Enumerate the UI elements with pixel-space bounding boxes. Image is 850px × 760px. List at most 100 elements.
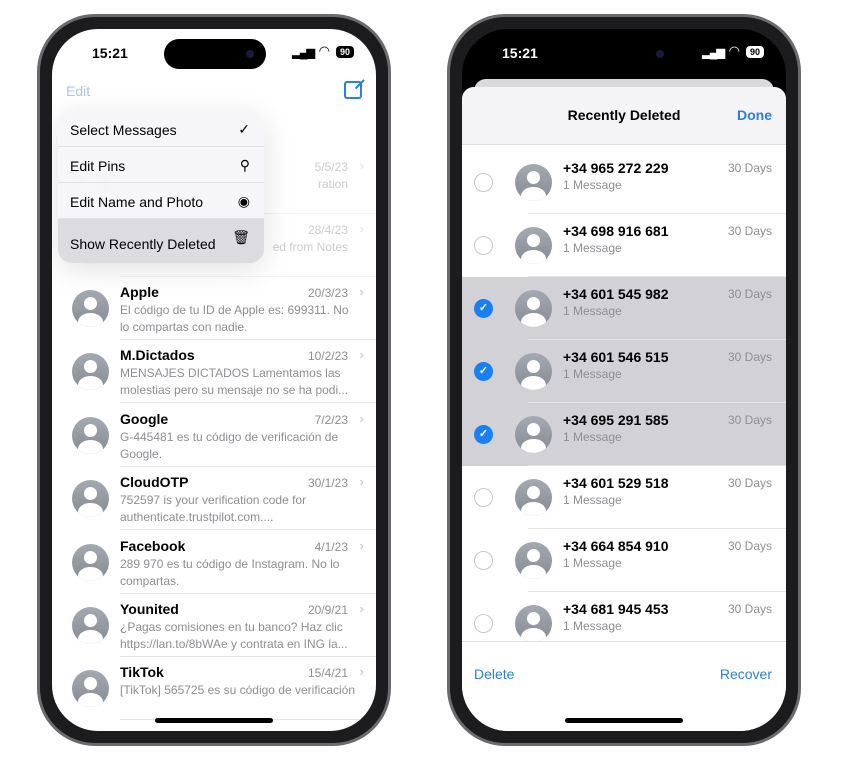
conversation-preview: 752597 is your verification code for aut… — [120, 493, 307, 524]
menu-item[interactable]: Edit Name and Photo ◉ — [58, 183, 264, 219]
menu-item[interactable]: Edit Pins ⚲ — [58, 147, 264, 183]
wifi-icon: ◠ — [728, 43, 740, 58]
status-time: 15:21 — [92, 45, 128, 61]
days-remaining: 30 Days — [727, 602, 772, 616]
checkbox[interactable] — [474, 173, 493, 192]
conversation-preview: ¿Pagas comisiones en tu banco? Haz clic … — [120, 620, 348, 651]
chevron-right-icon: › — [359, 601, 364, 616]
avatar — [515, 542, 552, 579]
conversation-date: 10/2/23 — [307, 349, 348, 363]
avatar — [72, 670, 109, 707]
chevron-right-icon: › — [359, 474, 364, 489]
conversation-name: Google — [120, 411, 169, 427]
conversation-row[interactable]: Google 7/2/23 › G-445481 es tu código de ve… — [52, 404, 376, 467]
home-indicator — [155, 718, 273, 723]
deleted-row[interactable]: +34 664 854 910 1 Message 30 Days — [462, 529, 786, 592]
conversation-row[interactable]: M.Dictados 10/2/23 › MENSAJES DICTADOS Lame… — [52, 340, 376, 403]
conversation-name: TikTok — [120, 664, 164, 680]
avatar — [72, 353, 109, 390]
avatar — [515, 353, 552, 390]
conversation-preview: [TikTok] 565725 es su código de verifica… — [120, 683, 356, 697]
status-time: 15:21 — [502, 45, 538, 61]
avatar — [515, 290, 552, 327]
edit-menu: Select Messages ✓ Edit Pins ⚲ Edit Name and … — [58, 111, 264, 263]
phone-number: +34 695 291 585 — [563, 412, 669, 428]
avatar — [515, 227, 552, 264]
avatar — [72, 480, 109, 517]
screen: 15:21 ▂▄▆ ◠ 90 +34 965 272 229 1 Message 3… — [462, 29, 786, 731]
conversation-preview: El código de tu ID de Apple es: 699311. … — [120, 303, 349, 334]
deleted-row[interactable]: ✓ +34 601 545 982 1 Message 30 Days — [462, 277, 786, 340]
dynamic-island — [574, 39, 676, 69]
checkbox-checked[interactable]: ✓ — [474, 425, 493, 444]
conversation-row[interactable]: CloudOTP 30/1/23 › 752597 is your verificat… — [52, 467, 376, 530]
delete-button[interactable]: Delete — [474, 666, 514, 682]
avatar — [515, 479, 552, 516]
days-remaining: 30 Days — [727, 224, 772, 238]
days-remaining: 30 Days — [727, 287, 772, 301]
checkbox[interactable] — [474, 551, 493, 570]
conversation-row[interactable]: Facebook 4/1/23 › 289 970 es tu código de I… — [52, 531, 376, 594]
checkbox[interactable] — [474, 614, 493, 633]
menu-item-label: Show Recently Deleted — [70, 236, 216, 252]
conversation-name: Facebook — [120, 538, 186, 554]
message-count: 1 Message — [563, 241, 622, 255]
edit-button[interactable]: Edit — [66, 83, 90, 99]
deleted-row[interactable]: ✓ +34 601 546 515 1 Message 30 Days — [462, 340, 786, 403]
message-count: 1 Message — [563, 493, 622, 507]
conversation-row[interactable]: TikTok 15/4/21 › [TikTok] 565725 es su códi… — [52, 657, 376, 720]
deleted-row[interactable]: +34 965 272 229 1 Message 30 Days — [462, 151, 786, 214]
avatar — [72, 544, 109, 581]
conversation-date: 4/1/23 — [314, 540, 348, 554]
battery-icon: 90 — [745, 46, 764, 58]
avatar — [515, 605, 552, 642]
menu-item-label: Select Messages — [70, 122, 177, 138]
deleted-row[interactable]: +34 601 529 518 1 Message 30 Days — [462, 466, 786, 529]
conversation-name: Younited — [120, 601, 179, 617]
conversation-date: 30/1/23 — [307, 476, 348, 490]
pin-icon: ⚲ — [239, 157, 250, 173]
conversation-date: 20/3/23 — [307, 286, 348, 300]
deleted-row[interactable]: +34 698 916 681 1 Message 30 Days — [462, 214, 786, 277]
checkbox[interactable] — [474, 488, 493, 507]
conversation-row[interactable]: Apple 20/3/23 › El código de tu ID de Apple… — [52, 277, 376, 340]
days-remaining: 30 Days — [727, 161, 772, 175]
phone-number: +34 965 272 229 — [563, 160, 669, 176]
days-remaining: 30 Days — [727, 350, 772, 364]
chevron-right-icon: › — [359, 284, 364, 299]
divider — [120, 402, 376, 403]
conversation-date: 20/9/21 — [307, 603, 348, 617]
avatar — [515, 416, 552, 453]
phone-messages: 15:21 ▂▄▆ ◠ 90 Edit 5/5/23›ration28/4/23… — [37, 14, 391, 746]
screen: 15:21 ▂▄▆ ◠ 90 Edit 5/5/23›ration28/4/23… — [52, 29, 376, 731]
compose-icon[interactable] — [344, 81, 362, 99]
days-remaining: 30 Days — [727, 413, 772, 427]
chevron-right-icon: › — [359, 411, 364, 426]
message-count: 1 Message — [563, 304, 622, 318]
recently-deleted-sheet: +34 965 272 229 1 Message 30 Days +34 698 9… — [462, 87, 786, 731]
conversation-date: 7/2/23 — [314, 413, 348, 427]
conversation-row[interactable]: Younited 20/9/21 › ¿Pagas comisiones en tu … — [52, 594, 376, 657]
done-button[interactable]: Done — [737, 107, 772, 123]
avatar — [72, 417, 109, 454]
phone-number: +34 664 854 910 — [563, 538, 669, 554]
wifi-icon: ◠ — [318, 43, 330, 58]
conversation-name: CloudOTP — [120, 474, 189, 490]
checkbox-checked[interactable]: ✓ — [474, 299, 493, 318]
conversation-name: M.Dictados — [120, 347, 195, 363]
home-indicator — [565, 718, 683, 723]
person-circle-icon: ◉ — [237, 193, 250, 209]
sheet-header: Recently Deleted Done — [462, 87, 786, 145]
checkbox-checked[interactable]: ✓ — [474, 362, 493, 381]
menu-item[interactable]: Select Messages ✓ — [58, 111, 264, 147]
checkbox[interactable] — [474, 236, 493, 255]
days-remaining: 30 Days — [727, 476, 772, 490]
phone-number: +34 698 916 681 — [563, 223, 669, 239]
recover-button[interactable]: Recover — [720, 666, 772, 682]
deleted-row[interactable]: ✓ +34 695 291 585 1 Message 30 Days — [462, 403, 786, 466]
chevron-right-icon: › — [359, 664, 364, 679]
phone-number: +34 601 546 515 — [563, 349, 669, 365]
conversation-preview: MENSAJES DICTADOS Lamentamos las molesti… — [120, 366, 349, 397]
phone-number: +34 681 945 453 — [563, 601, 669, 617]
menu-item[interactable]: Show Recently Deleted 🗑 — [58, 219, 264, 263]
